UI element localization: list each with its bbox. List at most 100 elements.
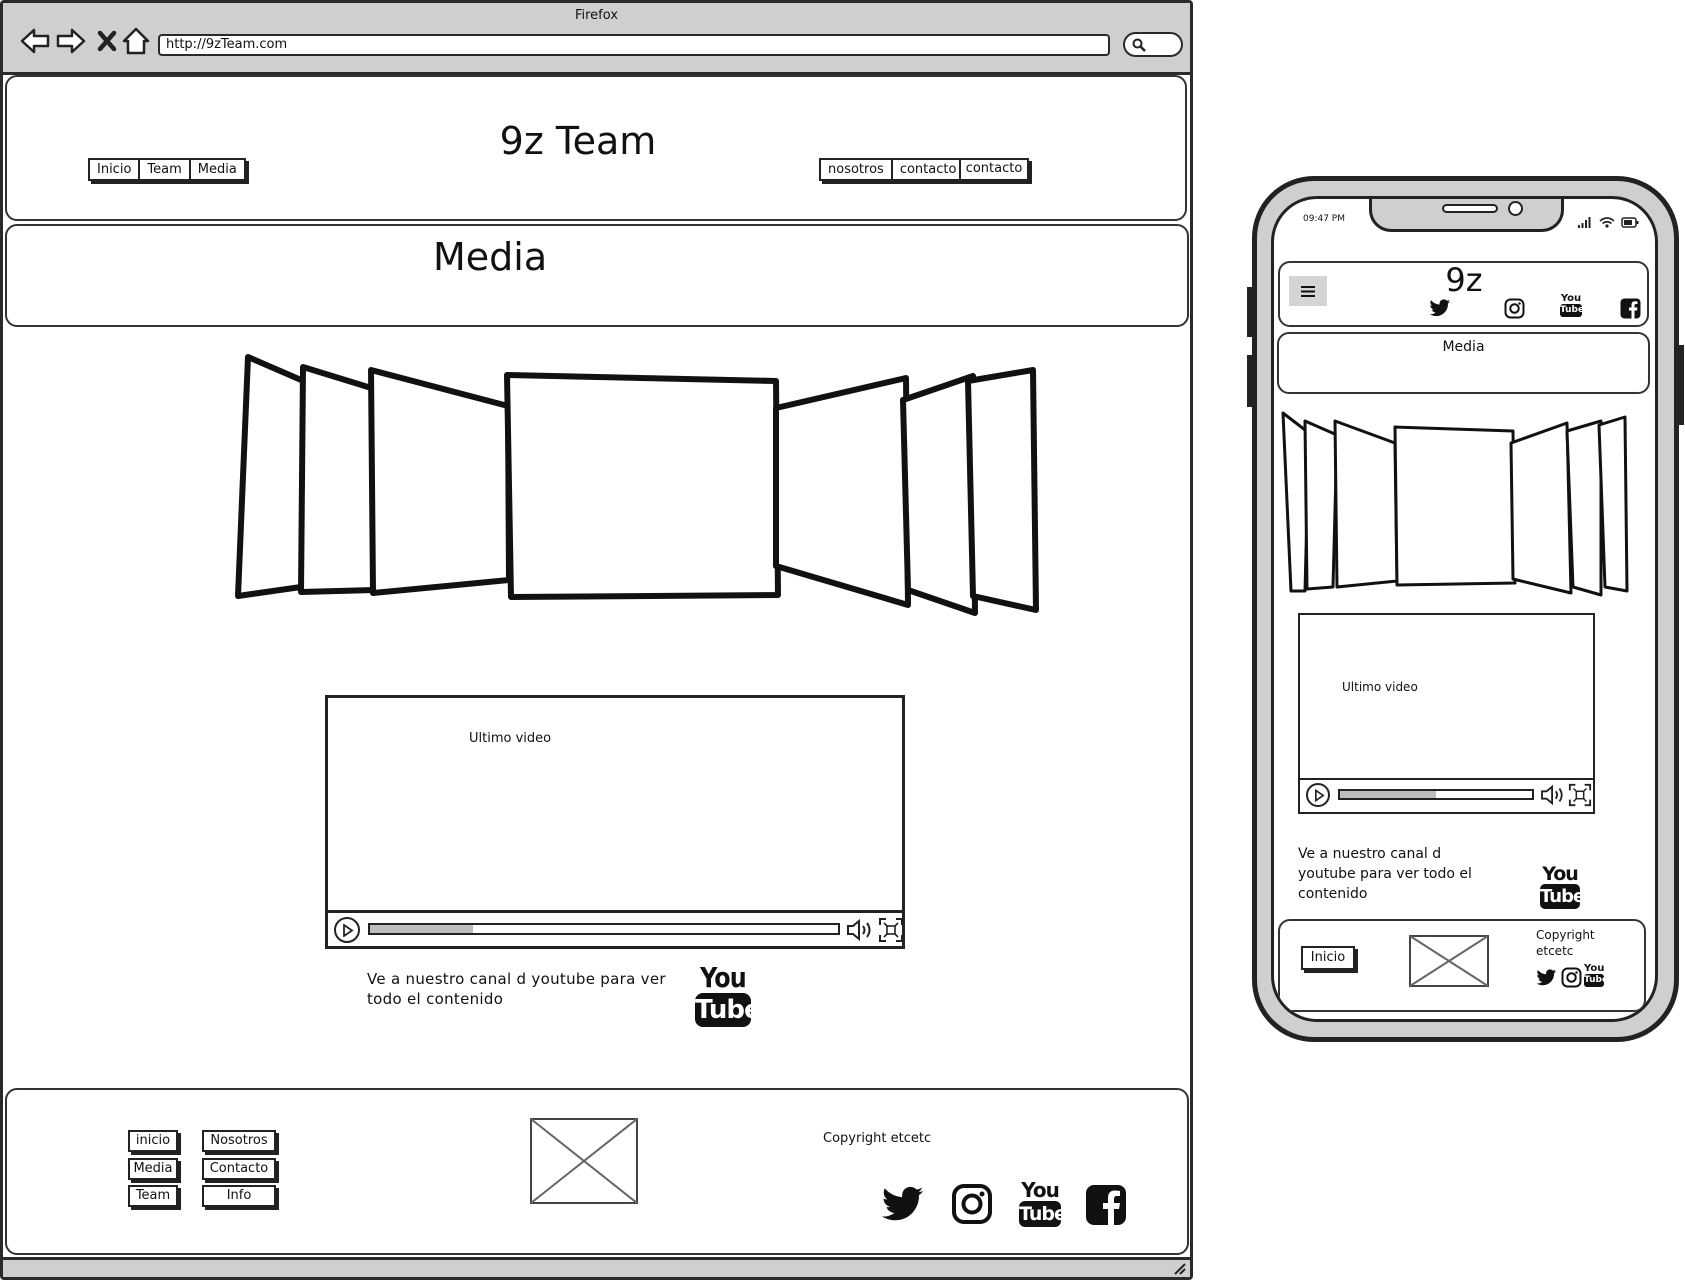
nav-team[interactable]: Team xyxy=(140,160,191,179)
footer-link-team[interactable]: Team xyxy=(128,1185,178,1207)
instagram-icon[interactable] xyxy=(951,1183,993,1225)
nav-media[interactable]: Media xyxy=(191,160,244,179)
footer-link-info[interactable]: Info xyxy=(202,1185,276,1207)
carousel-slide-right-3 xyxy=(965,367,1039,613)
nav-contacto[interactable]: contacto xyxy=(893,160,964,179)
mobile-video-controls xyxy=(1300,778,1593,812)
mobile-copyright-line2: etcetc xyxy=(1536,944,1574,958)
footer-youtube-top: You xyxy=(1021,1178,1060,1202)
twitter-icon[interactable] xyxy=(881,1186,925,1224)
phone-time: 09:47 PM xyxy=(1303,214,1345,224)
mobile-footer-youtube-bottom: Tube xyxy=(1584,974,1609,987)
nav-nosotros[interactable]: nosotros xyxy=(821,160,893,179)
youtube-cta-line1: Ve a nuestro canal d youtube para ver xyxy=(367,970,666,988)
resize-grip-icon[interactable] xyxy=(1171,1261,1187,1275)
twitter-icon[interactable] xyxy=(1429,299,1451,318)
media-heading: Media xyxy=(433,235,548,279)
mobile-carousel-slide-right-1 xyxy=(1509,421,1573,595)
browser-search-field[interactable] xyxy=(1123,32,1183,57)
mobile-video-label: Ultimo video xyxy=(1342,680,1418,694)
youtube-icon[interactable]: You Tube xyxy=(1584,963,1609,989)
phone-notch xyxy=(1369,199,1564,232)
mobile-youtube-logo-icon[interactable]: You Tube xyxy=(1540,863,1585,912)
forward-arrow-icon[interactable] xyxy=(55,25,87,57)
phone-status-icons xyxy=(1578,217,1639,228)
nav-inicio[interactable]: Inicio xyxy=(90,160,141,179)
mobile-copyright: Copyright etcetc xyxy=(1536,927,1595,959)
right-nav-group: nosotros contacto xyxy=(819,158,966,181)
video-player[interactable]: Ultimo video xyxy=(325,695,905,949)
footer-link-inicio[interactable]: inicio xyxy=(128,1130,178,1152)
footer-youtube-bottom: Tube xyxy=(1019,1201,1067,1227)
phone-screen: 09:47 PM 9z You Tube Media Ultimo video … xyxy=(1271,196,1658,1022)
youtube-cta-text: Ve a nuestro canal d youtube para ver to… xyxy=(367,969,666,1009)
play-button[interactable] xyxy=(334,917,360,943)
mobile-youtube-cta-text: Ve a nuestro canal d youtube para ver to… xyxy=(1298,844,1472,904)
mobile-youtube-bottom: Tube xyxy=(1560,304,1585,317)
video-progress-bar[interactable] xyxy=(368,923,840,935)
home-icon[interactable] xyxy=(120,25,152,57)
mobile-carousel-slide-right-2 xyxy=(1565,419,1603,597)
play-icon xyxy=(1315,789,1325,802)
play-icon xyxy=(343,924,354,937)
video-controls xyxy=(328,910,904,946)
mobile-carousel-slide-left-1 xyxy=(1333,419,1399,589)
mobile-video-player[interactable]: Ultimo video xyxy=(1298,613,1595,814)
url-input[interactable]: http://9zTeam.com xyxy=(158,34,1110,56)
stop-x-icon[interactable] xyxy=(91,25,123,57)
mobile-cta-youtube-bottom: Tube xyxy=(1540,884,1585,909)
footer-link-media[interactable]: Media xyxy=(128,1158,178,1180)
volume-icon[interactable] xyxy=(1540,784,1566,806)
footer-link-contacto[interactable]: Contacto xyxy=(202,1158,276,1180)
media-carousel[interactable] xyxy=(233,348,1043,623)
footer-image-placeholder xyxy=(530,1118,638,1204)
footer-copyright: Copyright etcetc xyxy=(823,1131,932,1146)
carousel-slide-right-1 xyxy=(773,375,911,608)
mobile-cta-line2: youtube para ver todo el xyxy=(1298,866,1472,882)
site-title: 9z Team xyxy=(499,119,657,163)
back-arrow-icon[interactable] xyxy=(19,25,51,57)
phone-camera xyxy=(1508,201,1523,216)
youtube-logo-bottom: Tube xyxy=(695,993,762,1027)
mobile-footer-image-placeholder xyxy=(1409,935,1489,987)
mobile-video-progress-bar[interactable] xyxy=(1338,789,1534,800)
mobile-carousel-slide-right-3 xyxy=(1597,415,1629,593)
facebook-icon[interactable] xyxy=(1620,298,1641,319)
mobile-youtube-top: You xyxy=(1560,293,1582,304)
youtube-icon[interactable]: You Tube xyxy=(1560,293,1585,319)
search-icon xyxy=(1132,38,1146,52)
mobile-footer-youtube-top: You xyxy=(1584,963,1605,974)
video-progress-fill xyxy=(370,925,473,933)
video-label: Ultimo video xyxy=(469,731,552,746)
browser-window: Firefox http://9zTeam.com 9z Team Inicio… xyxy=(0,0,1193,1280)
mobile-video-progress-fill xyxy=(1340,791,1436,798)
mobile-cta-line1: Ve a nuestro canal d xyxy=(1298,846,1442,862)
carousel-slide-center xyxy=(504,372,781,600)
hamburger-icon xyxy=(1301,286,1315,297)
fullscreen-icon[interactable] xyxy=(878,917,904,943)
mobile-play-button[interactable] xyxy=(1306,783,1330,807)
window-title: Firefox xyxy=(574,8,619,23)
mobile-copyright-line1: Copyright xyxy=(1536,928,1595,942)
hamburger-menu-button[interactable] xyxy=(1289,276,1327,306)
twitter-icon[interactable] xyxy=(1536,969,1557,987)
mobile-media-carousel[interactable] xyxy=(1279,411,1653,611)
youtube-icon[interactable]: You Tube xyxy=(1019,1178,1067,1230)
mobile-carousel-slide-left-2 xyxy=(1303,419,1339,591)
facebook-icon[interactable] xyxy=(1085,1184,1127,1226)
mobile-cta-line3: contenido xyxy=(1298,886,1368,902)
youtube-cta-line2: todo el contenido xyxy=(367,990,504,1008)
mobile-cta-youtube-top: You xyxy=(1542,863,1579,885)
youtube-logo-icon[interactable]: You Tube xyxy=(695,961,762,1031)
contacto-button[interactable]: contacto xyxy=(959,158,1029,181)
fullscreen-icon[interactable] xyxy=(1568,783,1592,807)
carousel-slide-left-1 xyxy=(368,367,512,596)
volume-icon[interactable] xyxy=(846,918,874,942)
mobile-footer-inicio-button[interactable]: Inicio xyxy=(1301,946,1355,970)
instagram-icon[interactable] xyxy=(1561,967,1582,988)
footer-link-nosotros[interactable]: Nosotros xyxy=(202,1130,276,1152)
instagram-icon[interactable] xyxy=(1504,298,1525,319)
left-nav-group: Inicio Team Media xyxy=(88,158,246,181)
mobile-media-heading: Media xyxy=(1442,339,1485,355)
youtube-logo-top: You xyxy=(700,961,747,994)
